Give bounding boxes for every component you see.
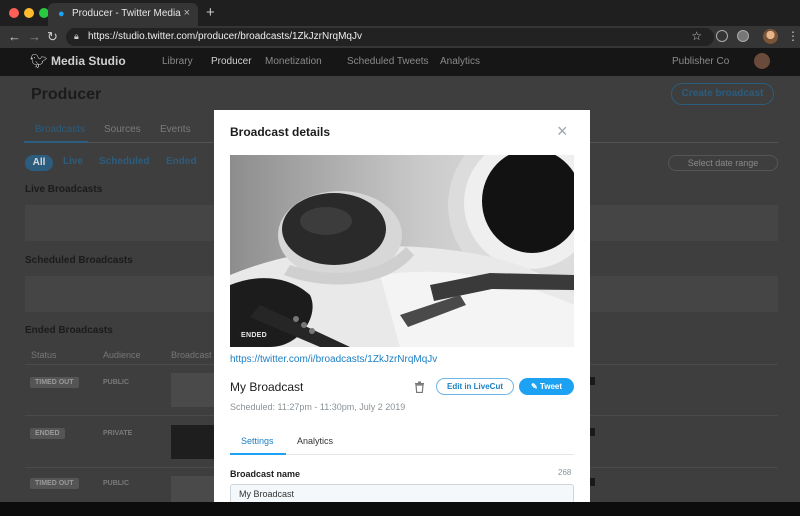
astronaut-preview-image xyxy=(230,155,574,347)
status-badge: TIMED OUT xyxy=(30,478,79,489)
active-tab-indicator xyxy=(230,453,286,455)
extension-icon[interactable] xyxy=(716,30,728,42)
brand-name: Media Studio xyxy=(51,54,126,68)
section-ended-heading: Ended Broadcasts xyxy=(25,325,113,336)
filter-scheduled[interactable]: Scheduled xyxy=(99,156,150,167)
extension-icon[interactable] xyxy=(737,30,749,42)
character-count: 268 xyxy=(558,468,572,477)
broadcast-thumbnail xyxy=(171,373,215,407)
column-header-audience: Audience xyxy=(103,350,141,360)
ended-badge: ENDED xyxy=(237,330,272,341)
publisher-avatar[interactable] xyxy=(754,53,770,69)
create-broadcast-button[interactable]: Create broadcast xyxy=(671,83,774,105)
nav-producer[interactable]: Producer xyxy=(211,56,252,67)
tab-sources[interactable]: Sources xyxy=(104,124,141,135)
broadcast-link[interactable]: https://twitter.com/i/broadcasts/1ZkJzrN… xyxy=(230,354,437,365)
audience-label: PRIVATE xyxy=(103,430,133,437)
forward-arrow-icon[interactable]: → xyxy=(28,29,41,44)
tab-broadcasts[interactable]: Broadcasts xyxy=(35,124,85,135)
broadcast-name-label: Broadcast name xyxy=(230,469,301,479)
browser-tab[interactable]: ● Producer - Twitter Media Studio × xyxy=(48,3,198,26)
audience-label: PUBLIC xyxy=(103,480,130,487)
filter-all[interactable]: All xyxy=(25,155,53,171)
window-minimize-button[interactable] xyxy=(24,8,34,18)
url-bar[interactable]: 🔒︎ https://studio.twitter.com/producer/b… xyxy=(66,28,714,46)
quill-icon: ✎ xyxy=(530,382,540,391)
lock-icon: 🔒︎ xyxy=(74,31,79,41)
window-close-button[interactable] xyxy=(9,8,19,18)
bookmark-star-icon[interactable]: ☆ xyxy=(691,29,702,43)
profile-avatar[interactable] xyxy=(763,29,778,44)
row-action-edge xyxy=(590,428,595,436)
trash-icon[interactable] xyxy=(414,380,425,398)
scheduled-time: Scheduled: 11:27pm - 11:30pm, July 2 201… xyxy=(230,402,406,412)
nav-analytics[interactable]: Analytics xyxy=(440,56,480,67)
tab-title: Producer - Twitter Media Studio xyxy=(72,8,182,19)
back-arrow-icon[interactable]: ← xyxy=(8,29,21,44)
broadcast-name-input[interactable] xyxy=(230,484,574,502)
nav-monetization[interactable]: Monetization xyxy=(265,56,322,67)
bottom-edge xyxy=(0,502,800,516)
tab-settings[interactable]: Settings xyxy=(241,436,274,446)
modal-title: Broadcast details xyxy=(230,125,331,139)
address-toolbar: ← → ↻ 🔒︎ https://studio.twitter.com/prod… xyxy=(0,26,800,48)
row-action-edge xyxy=(590,478,595,486)
tab-events[interactable]: Events xyxy=(160,124,191,135)
tweet-button[interactable]: ✎ Tweet xyxy=(519,378,574,395)
row-action-edge xyxy=(590,377,595,385)
broadcast-thumbnail xyxy=(171,425,215,459)
tab-analytics[interactable]: Analytics xyxy=(297,436,333,446)
column-header-broadcast: Broadcast xyxy=(171,350,212,360)
status-badge: ENDED xyxy=(30,428,65,439)
filter-live[interactable]: Live xyxy=(63,156,83,167)
reload-icon[interactable]: ↻ xyxy=(47,29,58,45)
twitter-logo-icon: 🐦︎ xyxy=(30,53,48,69)
page-title: Producer xyxy=(31,86,102,103)
browser-tab-bar: ● Producer - Twitter Media Studio × + xyxy=(0,0,800,26)
broadcast-preview[interactable]: ENDED xyxy=(230,155,574,347)
date-range-select[interactable]: Select date range xyxy=(668,155,778,171)
nav-library[interactable]: Library xyxy=(162,56,193,67)
status-badge: TIMED OUT xyxy=(30,377,79,388)
active-tab-indicator xyxy=(24,141,88,143)
new-tab-button[interactable]: + xyxy=(206,4,215,21)
edit-in-livecut-button[interactable]: Edit in LiveCut xyxy=(436,378,514,395)
tweet-button-label: Tweet xyxy=(539,382,562,391)
section-live-heading: Live Broadcasts xyxy=(25,184,103,195)
nav-scheduled-tweets[interactable]: Scheduled Tweets xyxy=(347,56,429,67)
url-text: https://studio.twitter.com/producer/broa… xyxy=(88,31,362,42)
broadcast-name: My Broadcast xyxy=(230,380,304,394)
column-header-status: Status xyxy=(31,350,57,360)
audience-label: PUBLIC xyxy=(103,379,130,386)
twitter-bird-icon: ● xyxy=(58,8,65,20)
section-scheduled-heading: Scheduled Broadcasts xyxy=(25,255,133,266)
filter-ended[interactable]: Ended xyxy=(166,156,197,167)
browser-menu-icon[interactable]: ⋮ xyxy=(787,29,799,43)
broadcast-details-modal: Broadcast details × ENDED https://twitte… xyxy=(214,110,590,502)
tab-close-icon[interactable]: × xyxy=(184,7,190,19)
app-nav-bar: 🐦︎ Media Studio Library Producer Monetiz… xyxy=(0,48,800,76)
publisher-menu[interactable]: Publisher Co xyxy=(672,56,729,67)
broadcast-thumbnail xyxy=(171,476,215,502)
close-icon[interactable]: × xyxy=(557,122,568,140)
